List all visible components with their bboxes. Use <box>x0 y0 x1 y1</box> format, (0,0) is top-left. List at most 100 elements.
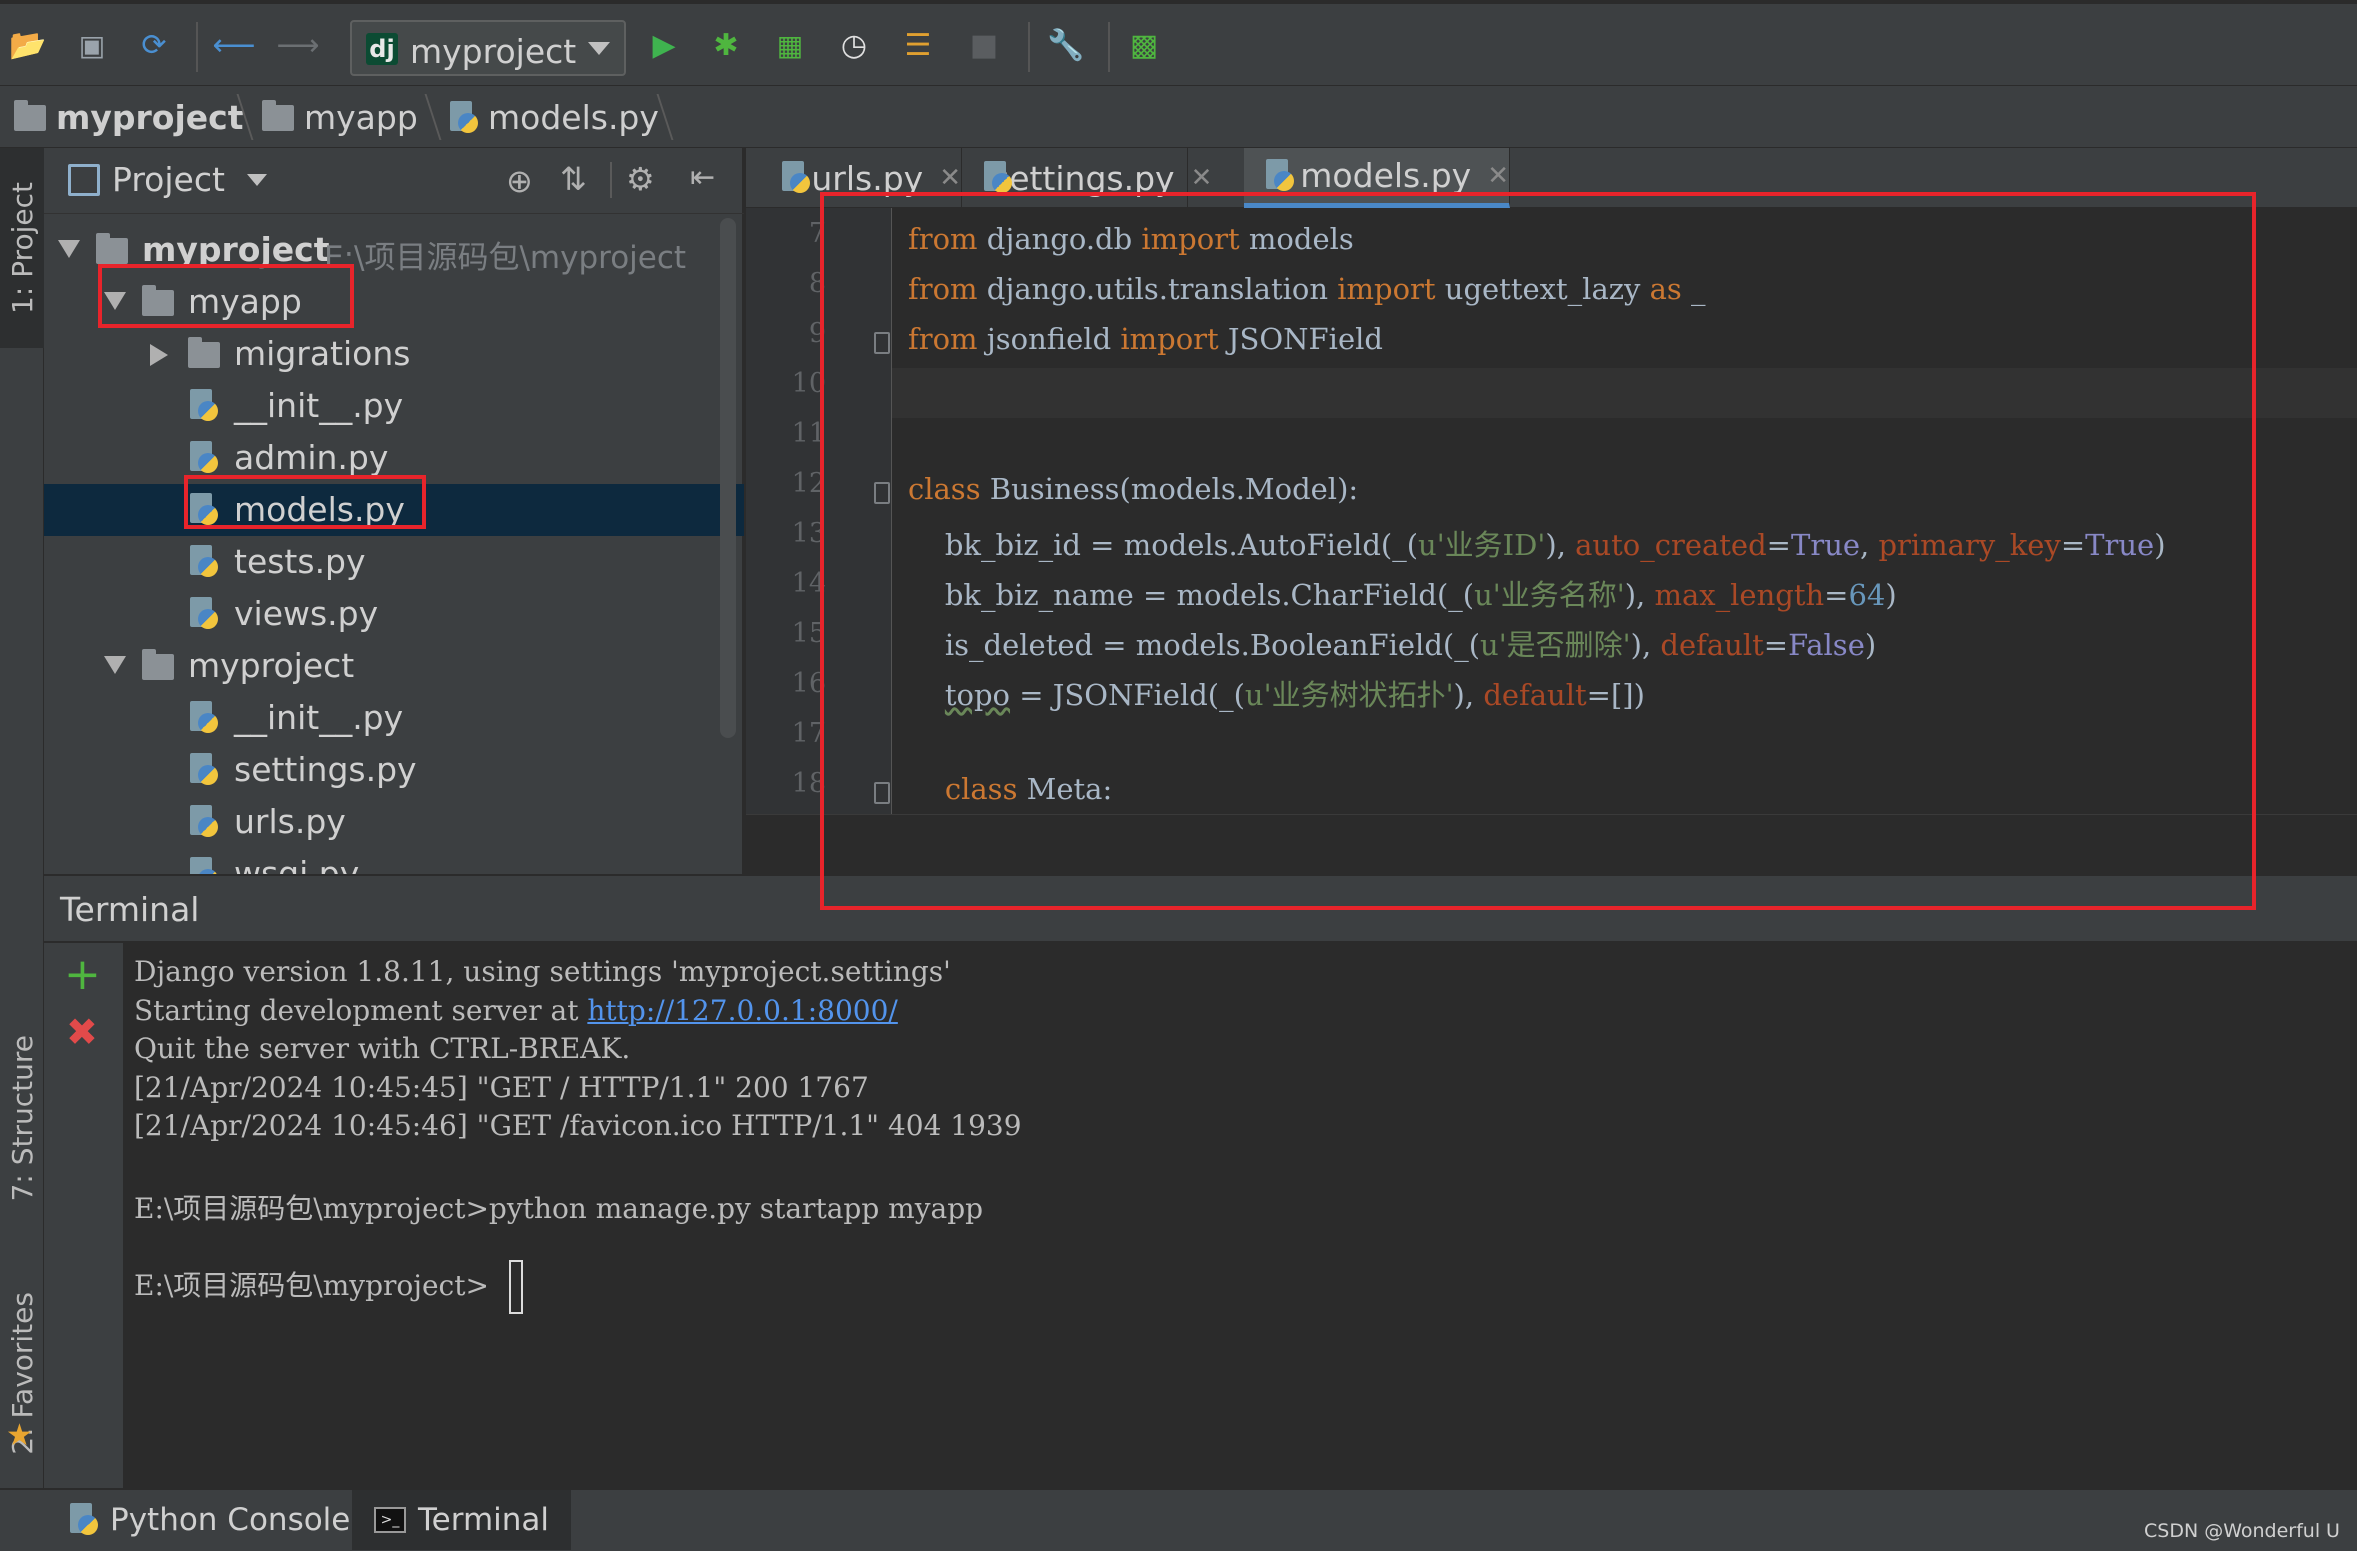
tree-item-label: __init__.py <box>234 698 404 737</box>
code-line: topo = JSONField(_(u'业务树状拓扑'), default=[… <box>944 678 1645 712</box>
tab-python-console[interactable]: Python Console <box>46 1490 372 1550</box>
tree-item[interactable]: models.py <box>44 484 744 536</box>
tab-label: Terminal <box>418 1502 550 1538</box>
project-panel-title: Project <box>112 160 225 199</box>
tree-item-label: tests.py <box>234 542 366 581</box>
tab-terminal[interactable]: >_ Terminal <box>352 1490 572 1550</box>
editor-gutter: 7 8 9 10 11 12 13 14 15 16 17 18 <box>746 208 892 874</box>
close-session-icon[interactable]: ✖ <box>66 1013 98 1051</box>
chevron-down-icon <box>246 173 267 186</box>
scroll-from-source-icon[interactable]: ⊕ <box>506 162 533 200</box>
tree-item-label: views.py <box>234 594 379 633</box>
line-number: 9 <box>808 318 826 349</box>
watermark: CSDN @Wonderful <box>2144 1520 2321 1542</box>
tree-item-label: settings.py <box>234 750 417 789</box>
code-line: is_deleted = models.BooleanField(_(u'是否删… <box>908 628 1877 662</box>
settings-wrench-icon[interactable]: 🔧 <box>1046 26 1086 66</box>
line-number: 10 <box>791 368 826 399</box>
chevron-down-icon <box>588 42 610 55</box>
close-icon[interactable]: ✕ <box>1191 163 1213 193</box>
tree-item[interactable]: urls.py <box>44 796 744 848</box>
debug-icon[interactable]: ✱ <box>706 26 746 66</box>
tab-label: models.py <box>1300 156 1472 195</box>
line-number: 11 <box>791 418 826 449</box>
fold-marker-icon[interactable] <box>874 482 890 504</box>
profile-icon[interactable]: ◷ <box>834 26 874 66</box>
breadcrumb-item-models[interactable]: models.py <box>448 98 659 137</box>
tree-item[interactable]: myproject E:\项目源码包\myproject <box>44 224 744 276</box>
open-folder-icon[interactable]: 📂 <box>8 26 48 66</box>
sync-icon[interactable]: ⟳ <box>134 26 174 66</box>
tree-item[interactable]: __init__.py <box>44 692 744 744</box>
save-icon[interactable]: ▣ <box>72 26 112 66</box>
terminal-line: Quit the server with CTRL-BREAK. <box>134 1032 631 1066</box>
star-icon: ★ <box>6 1418 33 1453</box>
line-number: 16 <box>791 668 826 699</box>
tree-item[interactable]: settings.py <box>44 744 744 796</box>
back-icon[interactable]: ⟵ <box>213 26 256 66</box>
folder-icon <box>262 99 294 131</box>
run-configuration-select[interactable]: dj myproject <box>350 20 626 76</box>
breadcrumb-item-myproject[interactable]: myproject <box>14 98 244 137</box>
tree-item[interactable]: wsgi.py <box>44 848 744 874</box>
python-file-icon <box>188 701 218 735</box>
terminal-line: E:\项目源码包\myproject> <box>134 1268 489 1302</box>
folder-icon <box>142 285 174 316</box>
python-file-icon <box>188 441 218 475</box>
tool-tab-project[interactable]: 1: Project <box>0 148 44 348</box>
breadcrumb-label: myproject <box>56 98 244 137</box>
code-editor[interactable]: from django.db import models from django.… <box>892 208 2357 814</box>
fold-marker-icon[interactable] <box>874 332 890 354</box>
code-line: from django.utils.translation import uge… <box>908 272 1706 306</box>
tab-models[interactable]: models.py ✕ <box>1244 148 1510 208</box>
expand-arrow-icon[interactable] <box>58 240 80 258</box>
expand-arrow-icon[interactable] <box>104 656 126 674</box>
coverage-icon[interactable]: ▦ <box>770 26 810 66</box>
close-icon[interactable]: ✕ <box>939 163 961 193</box>
tree-item[interactable]: myproject <box>44 640 744 692</box>
fold-marker-icon[interactable] <box>874 782 890 804</box>
close-icon[interactable]: ✕ <box>1487 161 1509 191</box>
tree-item-label: migrations <box>234 334 411 373</box>
line-number: 13 <box>791 518 826 549</box>
tree-scrollbar[interactable] <box>720 218 736 738</box>
tree-item[interactable]: myapp <box>44 276 744 328</box>
tree-item[interactable]: migrations <box>44 328 744 380</box>
editor-tab-bar: urls.py ✕ settings.py ✕ models.py ✕ <box>746 148 2357 208</box>
tab-settings[interactable]: settings.py ✕ <box>962 148 1212 208</box>
server-url-link[interactable]: http://127.0.0.1:8000/ <box>587 994 897 1027</box>
hide-panel-icon[interactable]: ⇤ <box>690 160 715 195</box>
tool-tab-favorites[interactable]: 2: Favorites <box>0 1258 44 1488</box>
python-file-icon <box>188 597 218 631</box>
project-view-select[interactable]: Project <box>112 160 267 199</box>
tool-tab-structure[interactable]: 7: Structure <box>0 1008 44 1228</box>
terminal-output[interactable]: Django version 1.8.11, using settings 'm… <box>124 943 2357 1488</box>
new-session-icon[interactable]: + <box>64 953 101 997</box>
code-line: class Business(models.Model): <box>908 472 1359 506</box>
breadcrumb-item-myapp[interactable]: myapp <box>262 98 418 137</box>
line-number: 15 <box>791 618 826 649</box>
python-console-icon <box>68 1503 98 1537</box>
forward-icon[interactable]: ⟶ <box>277 26 320 66</box>
folder-icon <box>96 233 128 264</box>
expand-arrow-icon[interactable] <box>104 292 126 310</box>
run-icon[interactable]: ▶ <box>644 26 684 66</box>
tree-item-label: models.py <box>234 490 405 529</box>
sdk-manager-icon[interactable]: ▩ <box>1124 26 1164 66</box>
collapse-arrow-icon[interactable] <box>150 344 168 366</box>
line-number: 12 <box>791 468 826 499</box>
tree-item[interactable]: __init__.py <box>44 380 744 432</box>
gear-icon[interactable]: ⚙ <box>626 160 655 198</box>
project-panel-header: Project ⊕ ⇅ ⚙ ⇤ <box>44 148 744 214</box>
tree-item[interactable]: admin.py <box>44 432 744 484</box>
concurrency-icon[interactable]: ☰ <box>898 26 938 66</box>
terminal-icon: >_ <box>374 1507 406 1533</box>
tab-urls[interactable]: urls.py ✕ <box>760 148 962 208</box>
tree-item[interactable]: tests.py <box>44 536 744 588</box>
tree-item[interactable]: views.py <box>44 588 744 640</box>
collapse-all-icon[interactable]: ⇅ <box>560 160 587 198</box>
stop-icon[interactable]: ■ <box>964 26 1004 66</box>
main-toolbar: 📂 ▣ ⟳ ⟵ ⟶ dj myproject ▶ ✱ ▦ ◷ ☰ ■ 🔧 ▩ <box>0 0 2357 86</box>
python-file-icon <box>188 545 218 579</box>
line-number: 18 <box>791 768 826 799</box>
